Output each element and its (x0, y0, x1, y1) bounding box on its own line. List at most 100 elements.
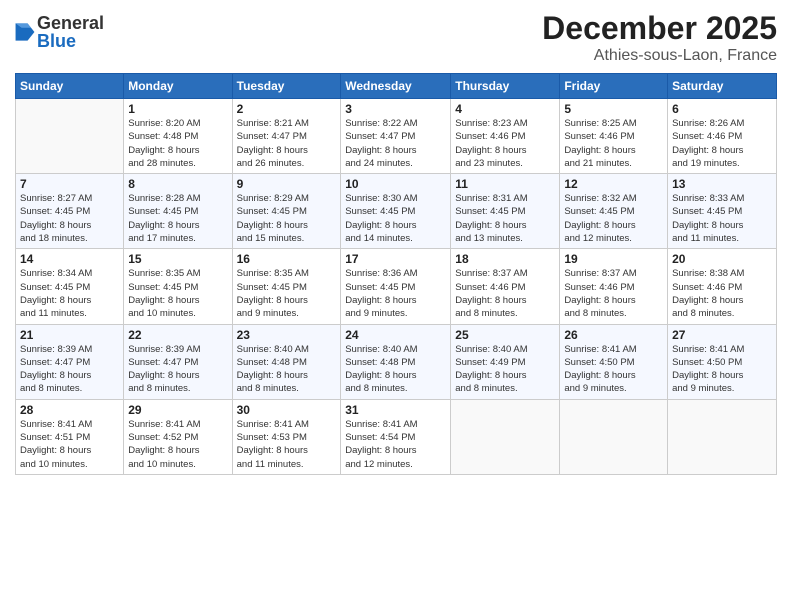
calendar-cell: 28Sunrise: 8:41 AMSunset: 4:51 PMDayligh… (16, 399, 124, 474)
day-info: Sunrise: 8:35 AMSunset: 4:45 PMDaylight:… (128, 267, 227, 320)
weekday-header-tuesday: Tuesday (232, 74, 341, 99)
logo-general-text: General (37, 14, 104, 32)
day-number: 31 (345, 403, 446, 417)
day-info: Sunrise: 8:37 AMSunset: 4:46 PMDaylight:… (455, 267, 555, 320)
day-number: 5 (564, 102, 663, 116)
calendar-header: SundayMondayTuesdayWednesdayThursdayFrid… (16, 74, 777, 99)
calendar-cell: 18Sunrise: 8:37 AMSunset: 4:46 PMDayligh… (451, 249, 560, 324)
day-info: Sunrise: 8:41 AMSunset: 4:53 PMDaylight:… (237, 418, 337, 471)
weekday-header-monday: Monday (124, 74, 232, 99)
calendar-cell: 29Sunrise: 8:41 AMSunset: 4:52 PMDayligh… (124, 399, 232, 474)
calendar-cell: 13Sunrise: 8:33 AMSunset: 4:45 PMDayligh… (668, 174, 777, 249)
day-info: Sunrise: 8:21 AMSunset: 4:47 PMDaylight:… (237, 117, 337, 170)
day-number: 6 (672, 102, 772, 116)
calendar-cell: 16Sunrise: 8:35 AMSunset: 4:45 PMDayligh… (232, 249, 341, 324)
location-subtitle: Athies-sous-Laon, France (542, 47, 777, 65)
calendar-cell: 15Sunrise: 8:35 AMSunset: 4:45 PMDayligh… (124, 249, 232, 324)
day-info: Sunrise: 8:41 AMSunset: 4:54 PMDaylight:… (345, 418, 446, 471)
header: General Blue December 2025 Athies-sous-L… (15, 10, 777, 65)
day-info: Sunrise: 8:23 AMSunset: 4:46 PMDaylight:… (455, 117, 555, 170)
day-number: 11 (455, 177, 555, 191)
day-number: 15 (128, 252, 227, 266)
calendar-body: 1Sunrise: 8:20 AMSunset: 4:48 PMDaylight… (16, 99, 777, 475)
calendar-cell (16, 99, 124, 174)
calendar-cell: 3Sunrise: 8:22 AMSunset: 4:47 PMDaylight… (341, 99, 451, 174)
calendar-cell: 17Sunrise: 8:36 AMSunset: 4:45 PMDayligh… (341, 249, 451, 324)
day-info: Sunrise: 8:40 AMSunset: 4:49 PMDaylight:… (455, 343, 555, 396)
weekday-header-sunday: Sunday (16, 74, 124, 99)
day-number: 12 (564, 177, 663, 191)
month-title: December 2025 (542, 10, 777, 47)
calendar-cell: 20Sunrise: 8:38 AMSunset: 4:46 PMDayligh… (668, 249, 777, 324)
logo: General Blue (15, 14, 104, 50)
day-info: Sunrise: 8:35 AMSunset: 4:45 PMDaylight:… (237, 267, 337, 320)
weekday-row: SundayMondayTuesdayWednesdayThursdayFrid… (16, 74, 777, 99)
calendar-cell: 10Sunrise: 8:30 AMSunset: 4:45 PMDayligh… (341, 174, 451, 249)
calendar-cell: 1Sunrise: 8:20 AMSunset: 4:48 PMDaylight… (124, 99, 232, 174)
day-info: Sunrise: 8:39 AMSunset: 4:47 PMDaylight:… (128, 343, 227, 396)
calendar-cell: 5Sunrise: 8:25 AMSunset: 4:46 PMDaylight… (560, 99, 668, 174)
day-info: Sunrise: 8:30 AMSunset: 4:45 PMDaylight:… (345, 192, 446, 245)
day-number: 20 (672, 252, 772, 266)
day-info: Sunrise: 8:40 AMSunset: 4:48 PMDaylight:… (237, 343, 337, 396)
day-info: Sunrise: 8:36 AMSunset: 4:45 PMDaylight:… (345, 267, 446, 320)
day-info: Sunrise: 8:40 AMSunset: 4:48 PMDaylight:… (345, 343, 446, 396)
calendar-week-2: 7Sunrise: 8:27 AMSunset: 4:45 PMDaylight… (16, 174, 777, 249)
calendar-cell: 8Sunrise: 8:28 AMSunset: 4:45 PMDaylight… (124, 174, 232, 249)
day-number: 13 (672, 177, 772, 191)
day-info: Sunrise: 8:41 AMSunset: 4:50 PMDaylight:… (564, 343, 663, 396)
title-block: December 2025 Athies-sous-Laon, France (542, 10, 777, 65)
day-info: Sunrise: 8:37 AMSunset: 4:46 PMDaylight:… (564, 267, 663, 320)
day-info: Sunrise: 8:22 AMSunset: 4:47 PMDaylight:… (345, 117, 446, 170)
day-info: Sunrise: 8:41 AMSunset: 4:51 PMDaylight:… (20, 418, 119, 471)
calendar-cell: 21Sunrise: 8:39 AMSunset: 4:47 PMDayligh… (16, 324, 124, 399)
day-info: Sunrise: 8:27 AMSunset: 4:45 PMDaylight:… (20, 192, 119, 245)
day-info: Sunrise: 8:33 AMSunset: 4:45 PMDaylight:… (672, 192, 772, 245)
day-info: Sunrise: 8:39 AMSunset: 4:47 PMDaylight:… (20, 343, 119, 396)
day-number: 19 (564, 252, 663, 266)
weekday-header-wednesday: Wednesday (341, 74, 451, 99)
day-info: Sunrise: 8:31 AMSunset: 4:45 PMDaylight:… (455, 192, 555, 245)
calendar-cell: 26Sunrise: 8:41 AMSunset: 4:50 PMDayligh… (560, 324, 668, 399)
logo-icon (15, 20, 35, 44)
day-number: 27 (672, 328, 772, 342)
calendar-cell: 31Sunrise: 8:41 AMSunset: 4:54 PMDayligh… (341, 399, 451, 474)
day-number: 14 (20, 252, 119, 266)
calendar-cell: 27Sunrise: 8:41 AMSunset: 4:50 PMDayligh… (668, 324, 777, 399)
calendar-cell: 4Sunrise: 8:23 AMSunset: 4:46 PMDaylight… (451, 99, 560, 174)
day-number: 21 (20, 328, 119, 342)
calendar-week-4: 21Sunrise: 8:39 AMSunset: 4:47 PMDayligh… (16, 324, 777, 399)
day-info: Sunrise: 8:26 AMSunset: 4:46 PMDaylight:… (672, 117, 772, 170)
calendar-cell: 19Sunrise: 8:37 AMSunset: 4:46 PMDayligh… (560, 249, 668, 324)
day-number: 22 (128, 328, 227, 342)
calendar-cell (451, 399, 560, 474)
day-number: 23 (237, 328, 337, 342)
day-info: Sunrise: 8:41 AMSunset: 4:52 PMDaylight:… (128, 418, 227, 471)
day-number: 29 (128, 403, 227, 417)
calendar-cell: 9Sunrise: 8:29 AMSunset: 4:45 PMDaylight… (232, 174, 341, 249)
day-number: 9 (237, 177, 337, 191)
calendar-cell (668, 399, 777, 474)
day-number: 17 (345, 252, 446, 266)
day-info: Sunrise: 8:38 AMSunset: 4:46 PMDaylight:… (672, 267, 772, 320)
calendar-cell: 25Sunrise: 8:40 AMSunset: 4:49 PMDayligh… (451, 324, 560, 399)
weekday-header-friday: Friday (560, 74, 668, 99)
calendar-week-5: 28Sunrise: 8:41 AMSunset: 4:51 PMDayligh… (16, 399, 777, 474)
day-info: Sunrise: 8:34 AMSunset: 4:45 PMDaylight:… (20, 267, 119, 320)
day-number: 25 (455, 328, 555, 342)
day-number: 10 (345, 177, 446, 191)
calendar-cell: 2Sunrise: 8:21 AMSunset: 4:47 PMDaylight… (232, 99, 341, 174)
calendar-week-1: 1Sunrise: 8:20 AMSunset: 4:48 PMDaylight… (16, 99, 777, 174)
day-info: Sunrise: 8:41 AMSunset: 4:50 PMDaylight:… (672, 343, 772, 396)
day-info: Sunrise: 8:32 AMSunset: 4:45 PMDaylight:… (564, 192, 663, 245)
day-number: 7 (20, 177, 119, 191)
day-number: 30 (237, 403, 337, 417)
calendar-cell: 24Sunrise: 8:40 AMSunset: 4:48 PMDayligh… (341, 324, 451, 399)
weekday-header-saturday: Saturday (668, 74, 777, 99)
calendar-cell: 11Sunrise: 8:31 AMSunset: 4:45 PMDayligh… (451, 174, 560, 249)
day-info: Sunrise: 8:20 AMSunset: 4:48 PMDaylight:… (128, 117, 227, 170)
day-info: Sunrise: 8:28 AMSunset: 4:45 PMDaylight:… (128, 192, 227, 245)
calendar-cell: 6Sunrise: 8:26 AMSunset: 4:46 PMDaylight… (668, 99, 777, 174)
day-info: Sunrise: 8:29 AMSunset: 4:45 PMDaylight:… (237, 192, 337, 245)
calendar-cell (560, 399, 668, 474)
